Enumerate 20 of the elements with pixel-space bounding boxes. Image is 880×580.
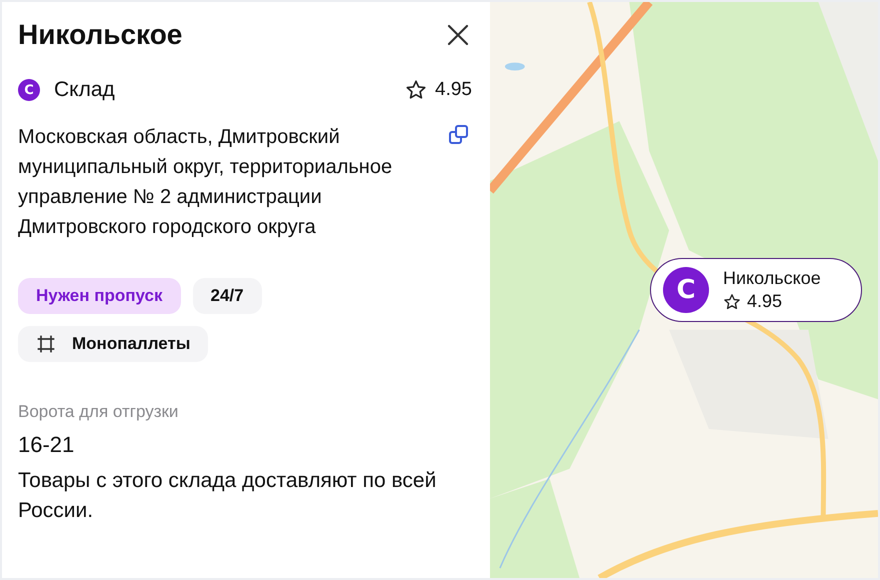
close-icon[interactable]: [446, 23, 470, 47]
field-value: 16-21: [18, 432, 76, 458]
tag-label: Монопаллеты: [72, 334, 190, 354]
tag: Нужен пропуск: [18, 278, 181, 314]
map-marker[interactable]: С Никольское 4.95: [650, 258, 862, 322]
field-label: Ворота для отгрузки: [18, 402, 180, 422]
warehouse-type-icon: С: [18, 79, 40, 101]
star-icon: [405, 79, 428, 101]
tag: 24/7: [192, 278, 262, 314]
rating-value: 4.95: [747, 291, 782, 312]
delivery-note: Товары с этого склада доставляют по всей России.: [18, 468, 438, 524]
address-text: Московская область, Дмитровский муниципальный округ, территориальное управление № 2 администрации Дмитровского городского округа: [18, 125, 393, 240]
place-title: Никольское: [18, 19, 182, 51]
star-icon: [723, 292, 741, 310]
grid-icon: [36, 334, 56, 354]
marker-icon: С: [663, 267, 709, 313]
rating-value: 4.95: [435, 79, 472, 101]
warehouse-type: Склад: [54, 78, 115, 102]
copy-icon[interactable]: [448, 124, 469, 144]
marker-title: Никольское: [723, 268, 821, 289]
